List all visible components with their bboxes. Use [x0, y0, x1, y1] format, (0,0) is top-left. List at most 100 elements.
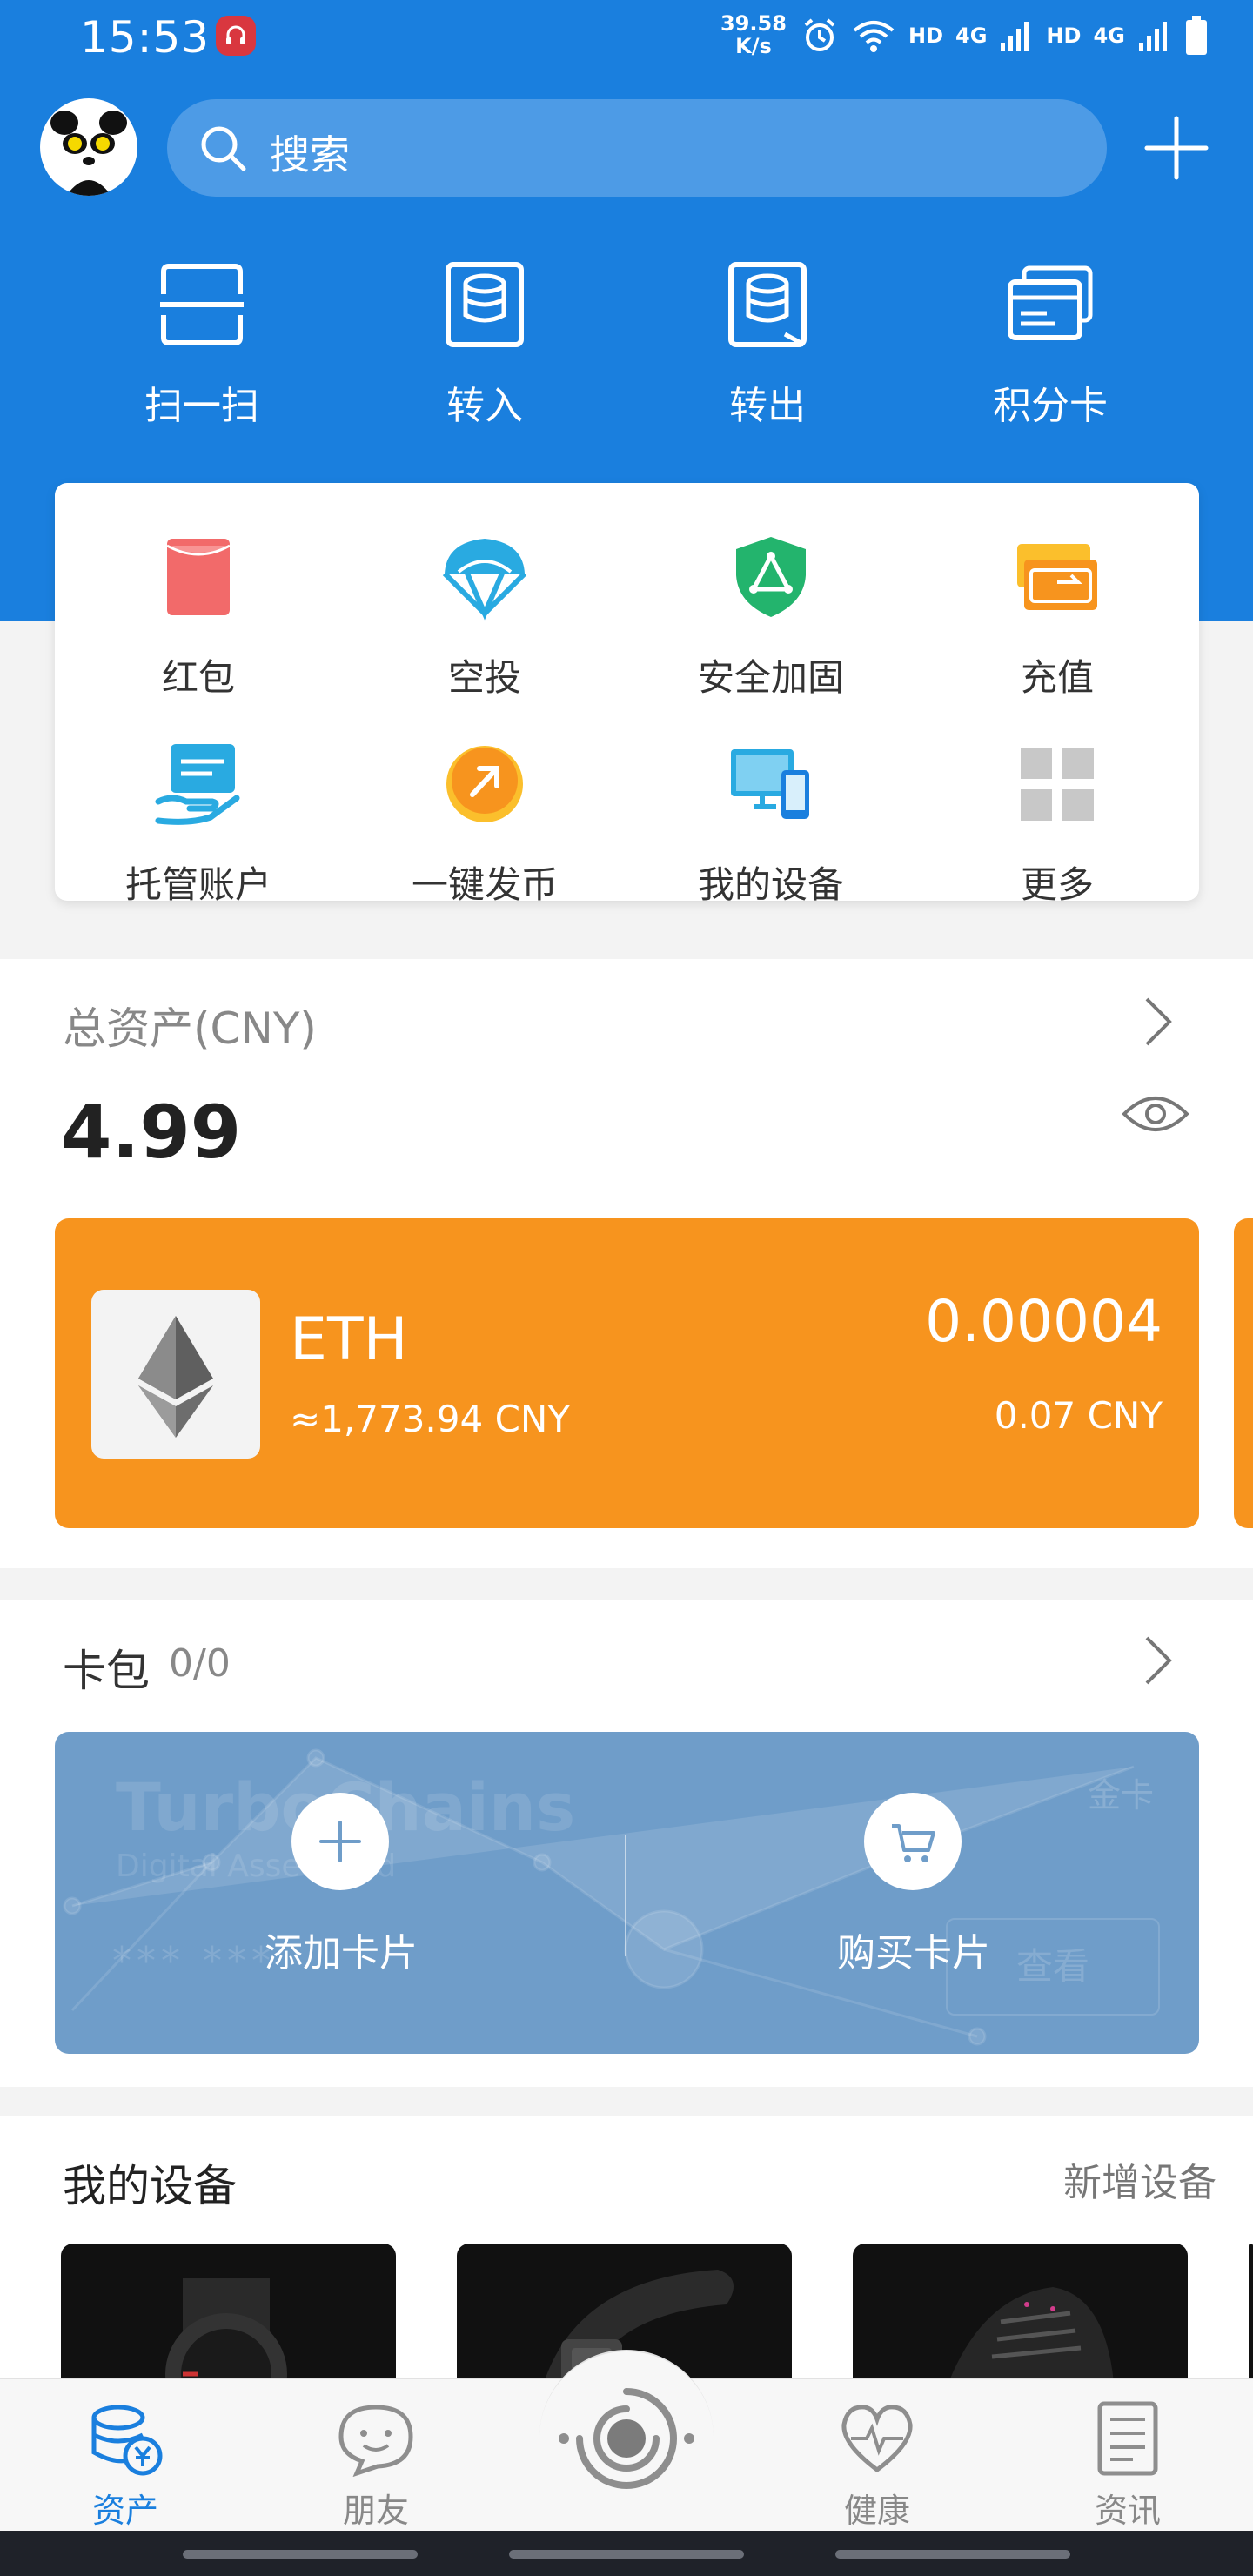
banner-gold-label: 金卡	[1087, 1776, 1154, 1815]
nav-item-friends[interactable]: 朋友	[306, 2392, 446, 2530]
hd-label: HD	[908, 23, 944, 48]
coin-value: 0.07 CNY	[994, 1394, 1163, 1437]
battery-icon	[1185, 16, 1207, 55]
spiral-scan-icon	[559, 2388, 694, 2489]
cards-section: 卡包 0/0 TurboChains Digital Asset Card 金卡…	[0, 1600, 1253, 2087]
smart-shoe-image	[948, 2287, 1114, 2383]
eth-logo-icon	[91, 1290, 260, 1459]
tool-label: 托管账户	[124, 863, 271, 906]
banner-divider	[625, 1835, 626, 1956]
next-coin-card[interactable]	[1234, 1218, 1253, 1528]
system-back-handle[interactable]	[183, 2550, 418, 2559]
card-banner: TurboChains Digital Asset Card 金卡 *** **…	[55, 1732, 1199, 2054]
tool-label: 更多	[1020, 863, 1094, 906]
issue-token-icon	[446, 746, 523, 822]
headset-icon	[216, 16, 256, 56]
security-shield-icon	[736, 537, 806, 617]
chevron-right-icon[interactable]	[1140, 1634, 1175, 1687]
cards-title[interactable]: 卡包	[63, 1636, 150, 1699]
nav-center-button[interactable]	[539, 2350, 714, 2526]
friends-chat-icon	[338, 2405, 413, 2477]
airdrop-icon	[442, 539, 527, 621]
quick-action-label: 扫一扫	[144, 384, 259, 428]
scan-icon	[160, 264, 244, 345]
nav-label: 朋友	[342, 2492, 409, 2530]
quick-action-points-card[interactable]: 积分卡	[946, 252, 1155, 428]
search-input[interactable]: 搜索	[167, 99, 1107, 197]
nav-label: 健康	[843, 2492, 910, 2530]
tool-more[interactable]: 更多	[927, 725, 1188, 906]
signal-icon	[1001, 22, 1029, 51]
coin-card-eth[interactable]: ETH ≈1,773.94 CNY 0.00004 0.07 CNY	[55, 1218, 1199, 1528]
hd-label: HD	[1046, 23, 1082, 48]
nav-item-news[interactable]: 资讯	[1058, 2392, 1197, 2530]
add-card-circle	[291, 1793, 389, 1890]
recharge-icon	[1017, 544, 1097, 610]
system-recents-handle[interactable]	[835, 2550, 1070, 2559]
more-grid-icon	[1021, 748, 1094, 821]
news-icon	[1097, 2401, 1158, 2476]
nav-label: 资产	[91, 2492, 158, 2530]
bottom-nav: 资产 朋友 健康 资讯	[0, 2350, 1253, 2532]
tool-red-packet[interactable]: 红包	[68, 518, 329, 699]
smartwatch-image	[165, 2278, 287, 2383]
buy-card-button[interactable]: 购买卡片	[770, 1793, 1057, 2002]
panda-avatar-icon	[50, 111, 127, 196]
tool-issue-token[interactable]: 一键发币	[354, 725, 615, 906]
plus-icon	[319, 1821, 361, 1862]
add-plus-button[interactable]	[1140, 111, 1213, 184]
alarm-icon	[804, 18, 835, 51]
total-assets-title[interactable]: 总资产(CNY)	[63, 994, 317, 1057]
tool-security[interactable]: 安全加固	[640, 518, 901, 699]
tool-label: 空投	[447, 656, 521, 699]
wifi-icon	[853, 21, 895, 52]
net-4g-label: 4G	[1093, 23, 1125, 48]
status-bar: 15:53 39.58 K/s HD 4G HD 4G	[0, 0, 1253, 73]
shopping-cart-icon	[892, 1824, 935, 1862]
devices-section: 我的设备 新增设备	[0, 2116, 1253, 2383]
quick-action-scan[interactable]: 扫一扫	[97, 252, 306, 428]
add-card-button[interactable]: 添加卡片	[198, 1793, 485, 2002]
assets-section: 总资产(CNY) 4.99 ETH ≈1,773.94 CNY 0.00004 …	[0, 959, 1253, 1568]
device-tile-watch[interactable]	[61, 2244, 396, 2383]
devices-title: 我的设备	[63, 2161, 237, 2211]
net-speed-value: 39.58	[720, 11, 787, 36]
total-assets-amount: 4.99	[61, 1090, 242, 1175]
red-packet-icon	[166, 539, 231, 615]
chevron-right-icon[interactable]	[1140, 996, 1175, 1048]
quick-action-label: 转出	[729, 384, 806, 428]
nav-item-health[interactable]: 健康	[807, 2392, 947, 2530]
device-tile-shoe[interactable]	[853, 2244, 1188, 2383]
transfer-in-icon	[446, 262, 524, 347]
tool-custody-account[interactable]: 托管账户	[68, 725, 329, 906]
net-speed-unit: K/s	[735, 34, 772, 58]
tool-my-devices[interactable]: 我的设备	[640, 725, 901, 906]
buy-card-circle	[864, 1793, 962, 1890]
tool-label: 我的设备	[697, 863, 844, 906]
device-tile-next[interactable]	[1249, 2244, 1253, 2383]
coin-symbol: ETH	[290, 1305, 408, 1374]
avatar[interactable]	[40, 98, 137, 196]
tool-label: 红包	[161, 656, 235, 699]
quick-action-transfer-in[interactable]: 转入	[380, 252, 589, 428]
signal-icon	[1138, 22, 1167, 51]
transfer-out-icon	[728, 262, 807, 347]
tool-recharge[interactable]: 充值	[927, 518, 1188, 699]
quick-action-label: 积分卡	[993, 384, 1108, 428]
points-card-icon	[1008, 265, 1093, 340]
status-icons: HD 4G HD 4G	[801, 16, 1209, 56]
assets-coin-icon	[91, 2405, 163, 2476]
search-placeholder: 搜索	[270, 131, 350, 178]
nav-item-assets[interactable]: 资产	[56, 2392, 195, 2530]
system-home-handle[interactable]	[509, 2550, 744, 2559]
add-device-link[interactable]: 新增设备	[1063, 2151, 1216, 2207]
devices-icon	[731, 749, 809, 819]
custody-account-icon	[155, 744, 240, 825]
quick-action-label: 转入	[446, 384, 523, 428]
quick-action-transfer-out[interactable]: 转出	[663, 252, 872, 428]
tool-airdrop[interactable]: 空投	[354, 518, 615, 699]
eye-icon[interactable]	[1121, 1088, 1190, 1140]
system-navigation-bar	[0, 2531, 1253, 2576]
search-icon	[201, 126, 246, 171]
status-time: 15:53	[80, 12, 211, 63]
